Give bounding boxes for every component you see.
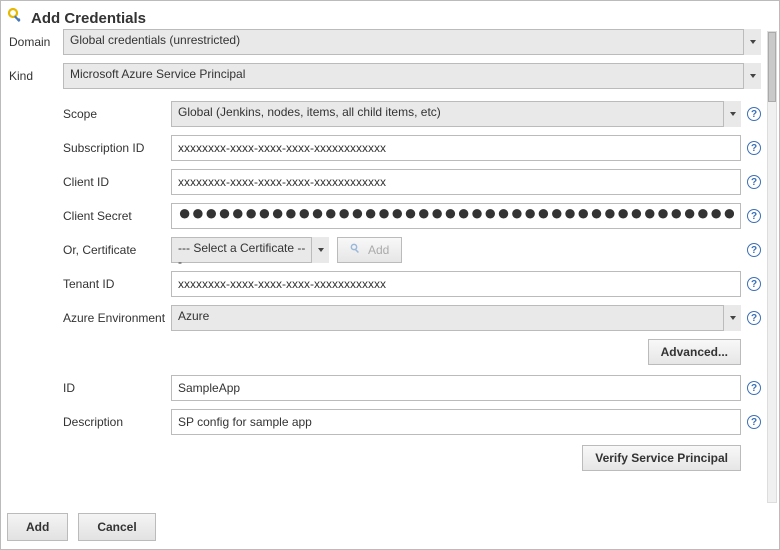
add-button[interactable]: Add xyxy=(7,513,68,541)
key-icon xyxy=(7,7,31,29)
id-label: ID xyxy=(63,381,171,395)
domain-row: Domain Global credentials (unrestricted) xyxy=(7,29,761,55)
scope-row: Scope Global (Jenkins, nodes, items, all… xyxy=(63,101,761,127)
advanced-row: Advanced... xyxy=(63,339,761,365)
vertical-scrollbar[interactable] xyxy=(767,31,777,503)
footer-buttons: Add Cancel xyxy=(7,513,156,541)
description-label: Description xyxy=(63,415,171,429)
azure-env-label: Azure Environment xyxy=(63,311,171,325)
kind-select[interactable]: Microsoft Azure Service Principal xyxy=(63,63,761,89)
help-icon[interactable] xyxy=(747,209,761,223)
help-icon[interactable] xyxy=(747,311,761,325)
advanced-button[interactable]: Advanced... xyxy=(648,339,741,365)
add-certificate-button[interactable]: Add xyxy=(337,237,402,263)
kind-row: Kind Microsoft Azure Service Principal xyxy=(7,63,761,89)
help-icon[interactable] xyxy=(747,141,761,155)
description-row: Description xyxy=(63,409,761,435)
key-icon xyxy=(350,243,368,258)
subscription-id-input[interactable] xyxy=(171,135,741,161)
help-icon[interactable] xyxy=(747,381,761,395)
help-icon[interactable] xyxy=(747,107,761,121)
certificate-select[interactable]: --- Select a Certificate --- xyxy=(171,237,329,263)
client-id-row: Client ID xyxy=(63,169,761,195)
tenant-id-row: Tenant ID xyxy=(63,271,761,297)
client-id-input[interactable] xyxy=(171,169,741,195)
tenant-id-input[interactable] xyxy=(171,271,741,297)
page-title: Add Credentials xyxy=(31,10,146,27)
scope-label: Scope xyxy=(63,107,171,121)
subscription-id-row: Subscription ID xyxy=(63,135,761,161)
client-secret-label: Client Secret xyxy=(63,209,171,223)
id-row: ID xyxy=(63,375,761,401)
add-certificate-label: Add xyxy=(368,243,389,257)
id-input[interactable] xyxy=(171,375,741,401)
domain-select[interactable]: Global credentials (unrestricted) xyxy=(63,29,761,55)
verify-button[interactable]: Verify Service Principal xyxy=(582,445,741,471)
certificate-label: Or, Certificate xyxy=(63,243,171,257)
tenant-id-label: Tenant ID xyxy=(63,277,171,291)
kind-label: Kind xyxy=(7,69,63,83)
domain-label: Domain xyxy=(7,35,63,49)
kind-nested-fields: Scope Global (Jenkins, nodes, items, all… xyxy=(63,101,761,471)
help-icon[interactable] xyxy=(747,243,761,257)
client-secret-input[interactable] xyxy=(171,203,741,229)
scope-select[interactable]: Global (Jenkins, nodes, items, all child… xyxy=(171,101,741,127)
subscription-id-label: Subscription ID xyxy=(63,141,171,155)
cancel-button[interactable]: Cancel xyxy=(78,513,155,541)
certificate-row: Or, Certificate --- Select a Certificate… xyxy=(63,237,761,263)
form-content: Domain Global credentials (unrestricted)… xyxy=(7,29,765,503)
client-id-label: Client ID xyxy=(63,175,171,189)
help-icon[interactable] xyxy=(747,415,761,429)
description-input[interactable] xyxy=(171,409,741,435)
verify-row: Verify Service Principal xyxy=(63,445,761,471)
help-icon[interactable] xyxy=(747,175,761,189)
client-secret-row: Client Secret xyxy=(63,203,761,229)
help-icon[interactable] xyxy=(747,277,761,291)
azure-env-select[interactable]: Azure xyxy=(171,305,741,331)
azure-env-row: Azure Environment Azure xyxy=(63,305,761,331)
scrollbar-thumb[interactable] xyxy=(768,32,776,102)
